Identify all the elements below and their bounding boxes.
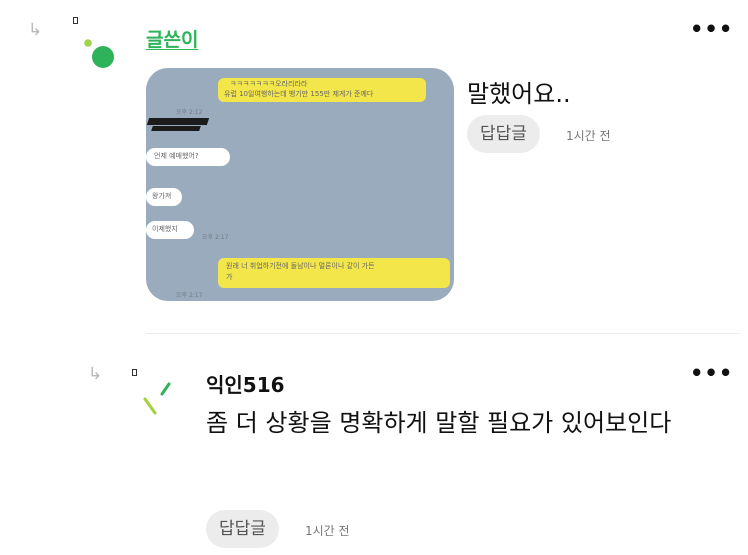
timestamp: 1시간 전 [566,129,611,143]
author-name[interactable]: 익인516 [206,369,285,398]
avatar [142,380,182,420]
chat-timestamp: 오후 2:17 [202,234,229,241]
chat-timestamp: 오후 2:17 [176,292,203,299]
attached-chat-screenshot[interactable]: 오후 2:12 ㅋㅋㅋㅋㅋㅋㅋ오라리라라 유럽 10일여행하는데 뱅기만 155… [146,68,454,301]
chat-text: 왕가져 [152,192,172,200]
reply-button[interactable]: 답답글 [467,115,540,153]
reply-arrow-icon: ↳ [28,20,43,40]
avatar [80,34,120,74]
chat-text: 가 [226,273,233,281]
chat-bubble-other: 왕가져 [146,188,182,206]
comment-text: 말했어요.. [467,80,571,108]
reply-arrow-icon: ↳ [88,364,103,384]
chat-text: 유럽 10일여행하는데 뱅기만 155만 제게가 준께다 [224,90,374,98]
chat-text: ㅋㅋㅋㅋㅋㅋㅋ오라리라라 [230,80,308,88]
chat-text: 언제 예매했어? [154,152,199,160]
chat-text: 원래 너 취업하기전에 돌남이나 멀론이나 같이 가든 [226,262,375,270]
badge-icon [132,369,137,376]
more-options-icon[interactable]: ••• [690,363,733,384]
more-options-icon[interactable]: ••• [690,19,733,40]
timestamp: 1시간 전 [305,524,350,538]
censored-name [146,118,210,125]
censored-name [151,126,201,131]
chat-bubble-other: 이제했지 [146,221,194,239]
chat-bubble-other: 언제 예매했어? [146,148,230,166]
divider [146,333,740,334]
avatar-anon-icon [143,382,171,415]
author-name[interactable]: 글쓴이 [146,25,198,52]
reply-button[interactable]: 답답글 [206,510,279,548]
avatar-writer-icon [84,39,114,68]
comment-text: 좀 더 상황을 명확하게 말할 필요가 있어보인다 [206,409,672,437]
chat-bubble-me: ㅋㅋㅋㅋㅋㅋㅋ오라리라라 유럽 10일여행하는데 뱅기만 155만 제게가 준께… [218,78,426,102]
badge-icon [73,17,78,24]
chat-timestamp: 오후 2:12 [176,109,203,116]
chat-bubble-me: 원래 너 취업하기전에 돌남이나 멀론이나 같이 가든 가 [218,258,450,288]
chat-text: 이제했지 [152,225,178,233]
